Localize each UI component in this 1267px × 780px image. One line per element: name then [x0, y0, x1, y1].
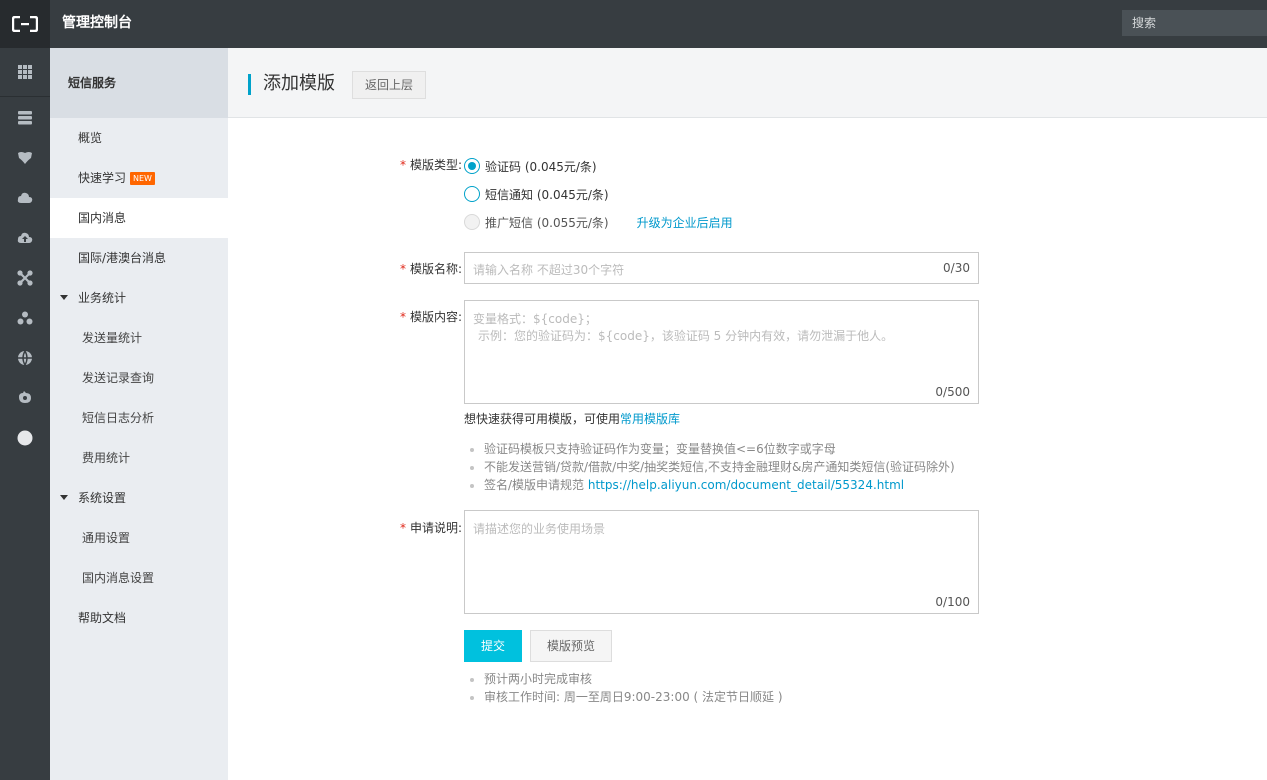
page-header: 添加模版 返回上层	[228, 48, 1267, 118]
cluster-icon[interactable]	[0, 298, 50, 338]
database-icon[interactable]	[0, 98, 50, 138]
title-accent-bar	[248, 74, 251, 95]
sidebar-item[interactable]: 国内消息	[50, 198, 228, 238]
review-notes: 预计两小时完成审核 审核工作时间: 周一至周日9:00-23:00 ( 法定节日…	[470, 670, 783, 706]
sidebar-item-label: 发送记录查询	[82, 371, 155, 385]
content-placeholder-line1: 变量格式：${code}；	[473, 312, 597, 326]
sidebar-item-label: 通用设置	[82, 531, 131, 545]
sidebar-item-label: 发送量统计	[82, 331, 143, 345]
template-type-label: * 模版类型:	[399, 158, 462, 172]
radio-label: 推广短信 (0.055元/条)	[485, 215, 609, 230]
caret-down-icon	[60, 295, 68, 300]
sidebar-item-label: 快速学习	[78, 171, 127, 185]
sidebar-group[interactable]: 系统设置	[50, 478, 228, 518]
note-item: 审核工作时间: 周一至周日9:00-23:00 ( 法定节日顺延 )	[470, 688, 783, 706]
content-placeholder-line2: 示例：您的验证码为：${code}，该验证码 5 分钟内有效，请勿泄漏于他人。	[478, 329, 894, 343]
template-library-link[interactable]: 常用模版库	[620, 412, 680, 426]
sidebar-item-label: 国际/港澳台消息	[78, 251, 167, 265]
rule-doc-link[interactable]: https://help.aliyun.com/document_detail/…	[588, 478, 904, 492]
radio-checked-icon[interactable]	[464, 158, 480, 174]
shield-icon[interactable]	[0, 138, 50, 178]
top-bar: 管理控制台 搜索	[0, 0, 1267, 48]
note-item: 预计两小时完成审核	[470, 670, 783, 688]
radio-label: 短信通知 (0.045元/条)	[485, 187, 609, 202]
application-reason-label: * 申请说明:	[399, 521, 462, 535]
console-title[interactable]: 管理控制台	[62, 0, 132, 46]
sidebar-item-label: 业务统计	[78, 291, 127, 305]
sidebar-item[interactable]: 通用设置	[50, 518, 228, 558]
radio-promotion: 推广短信 (0.055元/条) 升级为企业后启用	[464, 213, 733, 231]
reason-char-counter: 0/100	[935, 595, 970, 609]
template-name-label: * 模版名称:	[399, 262, 462, 276]
sidebar-item[interactable]: 发送记录查询	[50, 358, 228, 398]
sidebar-item[interactable]: 概览	[50, 118, 228, 158]
rules-list: 验证码模板只支持验证码作为变量；变量替换值<=6位数字或字母 不能发送营销/贷款…	[470, 440, 955, 494]
rule-item: 验证码模板只支持验证码作为变量；变量替换值<=6位数字或字母	[470, 440, 955, 458]
name-char-counter: 0/30	[943, 261, 970, 275]
application-reason-textarea[interactable]: 请描述您的业务使用场景 0/100	[464, 510, 979, 614]
grid-icon[interactable]	[0, 52, 50, 92]
sidebar-item-label: 系统设置	[78, 491, 127, 505]
caret-down-icon	[60, 495, 68, 500]
back-button[interactable]: 返回上层	[352, 71, 426, 99]
sidebar-item-label: 短信日志分析	[82, 411, 155, 425]
sidebar-item[interactable]: 帮助文档	[50, 598, 228, 638]
sidebar-item[interactable]: 快速学习 NEW	[50, 158, 228, 198]
template-content-label: * 模版内容:	[399, 310, 462, 324]
sidebar-group[interactable]: 业务统计	[50, 278, 228, 318]
sidebar-item-label: 帮助文档	[78, 611, 127, 625]
new-badge: NEW	[130, 172, 155, 185]
cloud-upload-icon[interactable]	[0, 218, 50, 258]
sidebar-item[interactable]: 发送量统计	[50, 318, 228, 358]
template-library-hint: 想快速获得可用模版，可使用常用模版库	[464, 412, 681, 426]
search-input[interactable]: 搜索	[1122, 10, 1267, 36]
upgrade-enterprise-link[interactable]: 升级为企业后启用	[637, 214, 733, 231]
submit-button[interactable]: 提交	[464, 630, 522, 662]
sidebar-item-label: 国内消息设置	[82, 571, 155, 585]
content-char-counter: 0/500	[935, 385, 970, 399]
product-icon-rail	[0, 48, 50, 780]
sidebar-item[interactable]: 费用统计	[50, 438, 228, 478]
template-name-input[interactable]: 请输入名称 不超过30个字符 0/30	[464, 252, 979, 284]
sidebar-item-label: 概览	[78, 131, 103, 145]
radio-verification-code[interactable]: 验证码 (0.045元/条)	[464, 157, 597, 175]
sidebar: 短信服务 概览快速学习 NEW 国内消息国际/港澳台消息 业务统计发送量统计发送记录查…	[50, 48, 228, 780]
sidebar-title: 短信服务	[50, 48, 228, 118]
circle-icon[interactable]	[0, 418, 50, 458]
sidebar-item-label: 费用统计	[82, 451, 131, 465]
sidebar-item[interactable]: 短信日志分析	[50, 398, 228, 438]
cloud-icon[interactable]	[0, 178, 50, 218]
page-title: 添加模版	[263, 73, 335, 94]
aliyun-logo-icon[interactable]	[0, 0, 50, 48]
sidebar-item[interactable]: 国内消息设置	[50, 558, 228, 598]
sidebar-item-label: 国内消息	[78, 211, 127, 225]
rail-divider	[0, 96, 50, 97]
rule-item: 不能发送营销/贷款/借款/中奖/抽奖类短信,不支持金融理财&房产通知类短信(验证…	[470, 458, 955, 476]
main-content: 添加模版 返回上层 * 模版类型: 验证码 (0.045元/条) 短信通知 (0.…	[228, 48, 1267, 780]
radio-notification[interactable]: 短信通知 (0.045元/条)	[464, 185, 609, 203]
radio-label: 验证码 (0.045元/条)	[485, 159, 597, 174]
network-icon[interactable]	[0, 258, 50, 298]
sidebar-item[interactable]: 国际/港澳台消息	[50, 238, 228, 278]
reason-placeholder: 请描述您的业务使用场景	[473, 522, 606, 536]
component-icon[interactable]	[0, 378, 50, 418]
rule-item: 签名/模版申请规范 https://help.aliyun.com/docume…	[470, 476, 955, 494]
name-placeholder: 请输入名称 不超过30个字符	[473, 263, 625, 277]
globe-icon[interactable]	[0, 338, 50, 378]
template-content-textarea[interactable]: 变量格式：${code}； 示例：您的验证码为：${code}，该验证码 5 分…	[464, 300, 979, 404]
template-preview-button[interactable]: 模版预览	[530, 630, 612, 662]
sidebar-nav: 概览快速学习 NEW 国内消息国际/港澳台消息 业务统计发送量统计发送记录查询 短信日志…	[50, 118, 228, 638]
radio-unchecked-icon[interactable]	[464, 186, 480, 202]
radio-disabled-icon	[464, 214, 480, 230]
